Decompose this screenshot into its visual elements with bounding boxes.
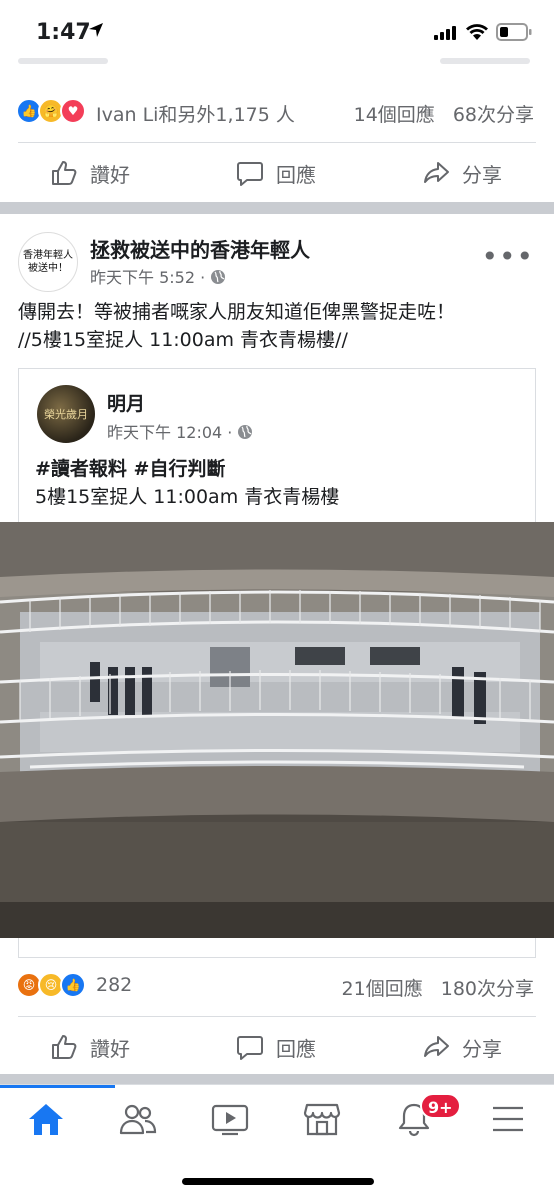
friends-icon bbox=[119, 1104, 157, 1135]
thumbs-up-icon bbox=[52, 161, 77, 185]
like-button[interactable]: 讚好 bbox=[50, 156, 130, 190]
share-button[interactable]: 分享 bbox=[422, 1030, 502, 1064]
shared-post-time[interactable]: 昨天下午 12:04 · bbox=[107, 419, 253, 443]
page-avatar-text: 被送中！ bbox=[28, 263, 68, 274]
post-time[interactable]: 昨天下午 5:52 · bbox=[90, 264, 226, 288]
status-time: 1:47 bbox=[36, 20, 91, 45]
post-photo[interactable] bbox=[0, 522, 554, 938]
clipped-text-line bbox=[18, 58, 108, 64]
home-indicator bbox=[182, 1178, 374, 1185]
shared-post-avatar[interactable]: 榮光歲月 bbox=[37, 385, 95, 443]
photo-building-corridors bbox=[0, 522, 554, 938]
share-label: 分享 bbox=[462, 162, 502, 187]
comment-label: 回應 bbox=[276, 162, 316, 187]
globe-icon bbox=[211, 270, 226, 284]
like-button[interactable]: 讚好 bbox=[50, 1030, 130, 1064]
nav-marketplace[interactable] bbox=[292, 1099, 352, 1139]
shared-avatar-text: 榮光歲月 bbox=[44, 408, 88, 421]
page-avatar-text: 香港年輕人 bbox=[23, 250, 73, 261]
shared-post-text: #讀者報料 #自行判斷 5樓15室捉人 11:00am 青衣青楊樓 bbox=[35, 455, 339, 511]
prev-post-counts: 14個回應 68次分享 bbox=[336, 100, 534, 127]
reaction-summary[interactable]: Ivan Li和另外1,175 人 bbox=[96, 100, 295, 127]
page-name[interactable]: 拯救被送中的香港年輕人 bbox=[90, 234, 310, 263]
shared-post-timestamp: 昨天下午 12:04 · bbox=[107, 423, 233, 442]
nav-friends[interactable] bbox=[108, 1099, 168, 1139]
post-text: 傳開去！等被捕者嘅家人朋友知道佢俾黑警捉走咗！ //5樓15室捉人 11:00a… bbox=[18, 298, 538, 354]
love-reaction-icon: ♥ bbox=[60, 98, 86, 124]
prev-post-stats: 👍 🤗 ♥ Ivan Li和另外1,175 人 14個回應 68次分享 bbox=[0, 82, 554, 142]
active-tab-indicator bbox=[0, 1085, 115, 1088]
post-text-line: 傳開去！等被捕者嘅家人朋友知道佢俾黑警捉走咗！ bbox=[18, 301, 456, 323]
wifi-icon bbox=[466, 24, 488, 40]
nav-home[interactable] bbox=[16, 1099, 76, 1139]
post-stats: 😡 😢 👍 282 21個回應 180次分享 bbox=[0, 956, 554, 1016]
comment-bubble-icon bbox=[237, 1036, 263, 1060]
post-actions: 讚好 回應 分享 bbox=[0, 1016, 554, 1076]
watch-icon bbox=[211, 1104, 249, 1136]
post-timestamp: 昨天下午 5:52 · bbox=[90, 268, 206, 287]
reaction-count[interactable]: 282 bbox=[96, 974, 132, 996]
hashtags[interactable]: #讀者報料 #自行判斷 bbox=[35, 455, 339, 483]
post-counts: 21個回應 180次分享 bbox=[324, 974, 534, 1001]
comment-bubble-icon bbox=[237, 162, 263, 186]
comment-count[interactable]: 21個回應 bbox=[342, 978, 423, 1000]
cellular-signal-icon bbox=[434, 26, 456, 40]
comment-button[interactable]: 回應 bbox=[236, 1030, 316, 1064]
share-arrow-icon bbox=[424, 1036, 449, 1057]
nav-watch[interactable] bbox=[200, 1099, 260, 1139]
status-bar: 1:47 bbox=[0, 0, 554, 64]
more-options-icon[interactable]: ••• bbox=[481, 240, 534, 273]
location-arrow-icon bbox=[89, 23, 103, 37]
comment-count[interactable]: 14個回應 bbox=[354, 104, 435, 126]
comment-label: 回應 bbox=[276, 1036, 316, 1061]
share-arrow-icon bbox=[424, 162, 449, 183]
post-header: 香港年輕人 被送中！ 拯救被送中的香港年輕人 昨天下午 5:52 · ••• bbox=[0, 226, 554, 296]
share-count[interactable]: 180次分享 bbox=[441, 978, 534, 1000]
notification-badge: 9+ bbox=[420, 1093, 461, 1119]
marketplace-icon bbox=[303, 1103, 341, 1136]
globe-icon bbox=[238, 425, 253, 439]
like-reaction-icon: 👍 bbox=[60, 972, 86, 998]
thumbs-up-icon bbox=[52, 1035, 77, 1059]
home-icon bbox=[29, 1104, 63, 1135]
prev-post-actions: 讚好 回應 分享 bbox=[0, 142, 554, 202]
nav-menu[interactable] bbox=[478, 1099, 538, 1139]
comment-button[interactable]: 回應 bbox=[236, 156, 316, 190]
clipped-text-line bbox=[440, 58, 530, 64]
post-separator bbox=[0, 1074, 554, 1084]
shared-post-author[interactable]: 明月 bbox=[107, 389, 145, 416]
share-label: 分享 bbox=[462, 1036, 502, 1061]
battery-icon bbox=[496, 23, 532, 41]
post-separator bbox=[0, 202, 554, 214]
share-count[interactable]: 68次分享 bbox=[453, 104, 534, 126]
like-label: 讚好 bbox=[90, 1036, 130, 1061]
post-text-line: //5樓15室捉人 11:00am 青衣青楊樓// bbox=[18, 329, 348, 351]
like-label: 讚好 bbox=[90, 162, 130, 187]
menu-icon bbox=[493, 1106, 523, 1132]
share-button[interactable]: 分享 bbox=[422, 156, 502, 190]
shared-post-body: 5樓15室捉人 11:00am 青衣青楊樓 bbox=[35, 486, 340, 508]
page-avatar[interactable]: 香港年輕人 被送中！ bbox=[18, 232, 78, 292]
